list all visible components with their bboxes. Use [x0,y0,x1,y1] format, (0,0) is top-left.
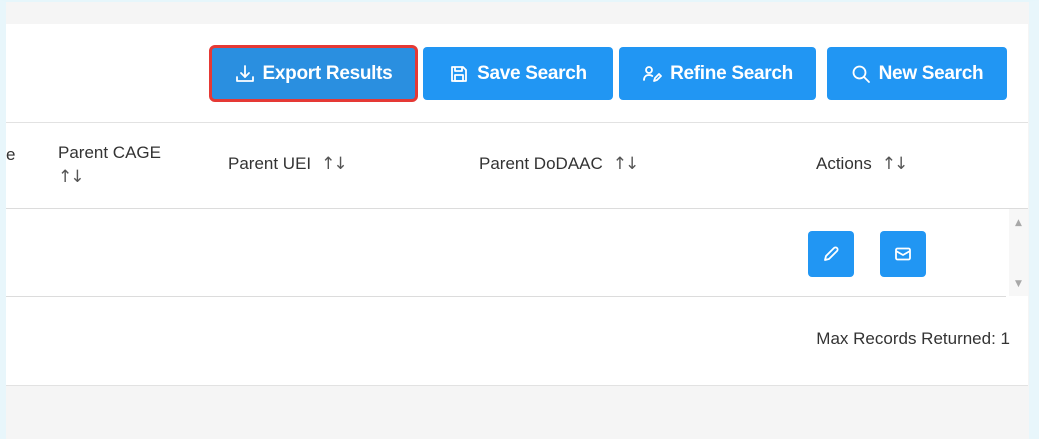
envelope-icon [895,247,911,261]
table-footer: Max Records Returned: 1 [6,297,1028,386]
search-icon [852,65,870,83]
user-edit-icon [643,65,662,82]
column-header-parent-uei-label: Parent UEI [228,154,312,173]
results-toolbar: Export Results Save Search Refine Search… [6,24,1028,123]
sort-icon[interactable]: ↑↓ [58,167,84,187]
new-search-label: New Search [878,62,984,84]
table-row [6,209,1006,297]
column-header-parent-cage-label: Parent CAGE [58,143,161,162]
max-records-returned: Max Records Returned: 1 [816,329,1010,348]
results-panel: Export Results Save Search Refine Search… [6,24,1028,386]
column-header-parent-cage[interactable]: Parent CAGE ↑↓ [58,143,161,187]
sort-icon[interactable]: ↑↓ [882,154,908,174]
download-icon [235,64,254,82]
scroll-down-arrow-icon[interactable]: ▼ [1009,276,1028,292]
column-header-parent-dodaac[interactable]: Parent DoDAAC ↑↓ [479,154,639,174]
email-button[interactable] [880,231,926,277]
table-scrollbar[interactable]: ▲ ▼ [1009,209,1028,296]
sort-icon[interactable]: ↑↓ [613,154,639,174]
save-search-button[interactable]: Save Search [423,47,613,100]
floppy-disk-icon [451,65,468,82]
save-search-label: Save Search [477,62,587,84]
export-results-label: Export Results [262,62,393,84]
refine-search-button[interactable]: Refine Search [619,47,816,100]
export-results-button[interactable]: Export Results [209,45,418,102]
column-header-actions[interactable]: Actions ↑↓ [816,154,908,174]
column-header-actions-label: Actions [816,154,872,173]
table-header: e Parent CAGE ↑↓ Parent UEI ↑↓ Parent Do… [6,123,1028,209]
refine-search-label: Refine Search [670,62,793,84]
pencil-icon [824,246,839,261]
column-header-truncated[interactable]: e [6,145,15,165]
sort-icon[interactable]: ↑↓ [321,154,347,174]
scroll-up-arrow-icon[interactable]: ▲ [1009,215,1028,231]
column-header-parent-dodaac-label: Parent DoDAAC [479,154,603,173]
new-search-button[interactable]: New Search [827,47,1007,100]
edit-button[interactable] [808,231,854,277]
column-header-truncated-label: e [6,145,16,164]
column-header-parent-uei[interactable]: Parent UEI ↑↓ [228,154,348,174]
